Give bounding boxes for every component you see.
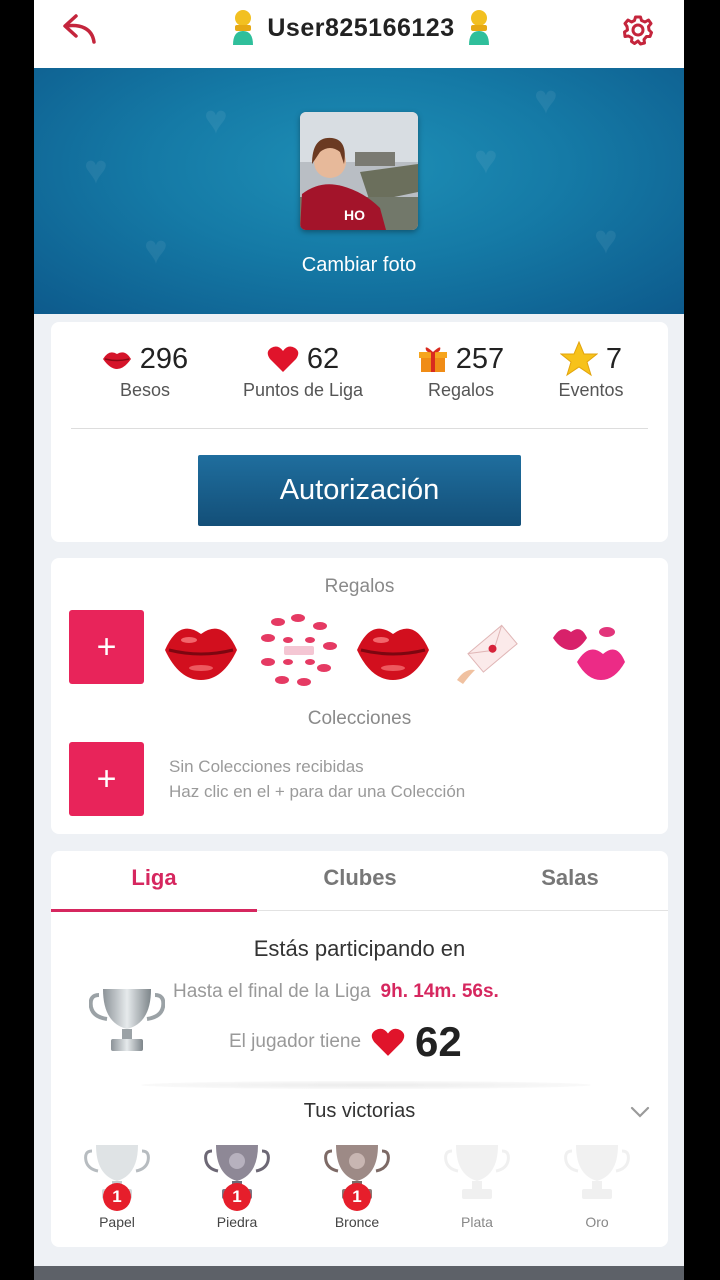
- gear-icon[interactable]: [620, 12, 656, 48]
- victory-label: Piedra: [216, 1214, 258, 1230]
- victory-label: Bronce: [334, 1214, 380, 1230]
- chevron-down-icon[interactable]: [629, 1103, 651, 1121]
- gift-icon: [418, 347, 447, 372]
- stat-gifts[interactable]: 257 Regalos: [401, 340, 521, 401]
- stat-label: Puntos de Liga: [242, 380, 364, 400]
- heart-icon: [267, 346, 299, 372]
- victory-plata: Plata: [437, 1143, 517, 1230]
- svg-text:HO: HO: [344, 207, 365, 223]
- victories-title[interactable]: Tus victorias: [51, 1100, 668, 1123]
- victory-label: Oro: [585, 1214, 609, 1230]
- victory-count-badge: 1: [223, 1183, 251, 1211]
- pawn-icon: [468, 10, 489, 45]
- stat-label: Regalos: [427, 380, 495, 400]
- stat-events[interactable]: 7 Eventos: [541, 340, 641, 401]
- heart-icon: [371, 1028, 405, 1056]
- stat-league-points[interactable]: 62 Puntos de Liga: [231, 340, 375, 401]
- gifts-title: Regalos: [324, 576, 395, 597]
- back-arrow-icon[interactable]: [60, 10, 100, 46]
- collections-title: Colecciones: [307, 708, 412, 729]
- league-card: Liga Clubes Salas Estás participando en …: [51, 851, 668, 1247]
- heart-pattern-icon: ♥: [204, 98, 228, 142]
- victory-count-badge: 1: [343, 1183, 371, 1211]
- tab-salas[interactable]: Salas: [467, 865, 673, 891]
- collections-empty-line2: Haz clic en el + para dar una Colección: [169, 782, 466, 801]
- participating-text: Estás participando en: [253, 936, 466, 961]
- lips-icon: [102, 352, 131, 369]
- divider-shadow: [141, 1081, 591, 1089]
- stat-kisses[interactable]: 296 Besos: [85, 340, 205, 401]
- pawn-icon: [233, 10, 254, 45]
- victory-piedra: 1 Piedra: [197, 1143, 277, 1230]
- top-bar: User825166123: [34, 0, 684, 68]
- victory-papel: 1 Papel: [77, 1143, 157, 1230]
- tab-indicator: [51, 909, 257, 912]
- lips-kiss-icon[interactable]: [353, 610, 433, 690]
- tab-liga[interactable]: Liga: [51, 865, 257, 891]
- victory-bronce: 1 Bronce: [317, 1143, 397, 1230]
- heart-pattern-icon: ♥: [474, 138, 498, 182]
- username: User825166123: [267, 13, 455, 42]
- lips-kiss-icon[interactable]: [161, 610, 241, 690]
- stat-value: 296: [139, 342, 189, 375]
- victory-label: Plata: [461, 1214, 493, 1230]
- player-points-row: El jugador tiene 62: [229, 1018, 462, 1065]
- profile-hero: ♥ ♥ ♥ ♥ ♥ ♥ HO Cambiar foto: [34, 68, 684, 314]
- league-timer: 9h. 14m. 56s.: [380, 981, 499, 1002]
- divider: [71, 428, 648, 429]
- add-gift-button[interactable]: +: [69, 610, 144, 684]
- change-photo-link[interactable]: Cambiar foto: [34, 254, 684, 277]
- victory-oro: Oro: [557, 1143, 637, 1230]
- silver-trophy-icon: [89, 989, 165, 1051]
- app-screen: User825166123 ♥ ♥ ♥ ♥ ♥ ♥ HO Cambiar fot…: [34, 0, 684, 1280]
- league-end-row: Hasta el final de la Liga 9h. 14m. 56s.: [173, 981, 499, 1003]
- player-has-label: El jugador tiene: [229, 1031, 362, 1052]
- stat-value: 62: [306, 342, 340, 375]
- stat-value: 257: [455, 342, 505, 375]
- silver-trophy-icon: [444, 1145, 510, 1199]
- authorization-button[interactable]: Autorización: [198, 455, 521, 526]
- bottom-bar: [34, 1266, 684, 1280]
- stat-label: Besos: [119, 380, 171, 400]
- heart-pattern-icon: ♥: [534, 78, 558, 122]
- stats-card: 296 Besos 62 Puntos de Liga 257 Regalos …: [51, 322, 668, 542]
- gifts-card: Regalos + Colecciones + Sin Colecciones …: [51, 558, 668, 834]
- collections-empty-line1: Sin Colecciones recibidas: [169, 757, 364, 776]
- love-letter-icon[interactable]: [451, 610, 531, 690]
- until-end-label: Hasta el final de la Liga: [173, 981, 371, 1002]
- heart-pattern-icon: ♥: [84, 148, 108, 192]
- gold-trophy-icon: [564, 1145, 630, 1199]
- collections-empty-text: Sin Colecciones recibidas Haz clic en el…: [169, 754, 465, 804]
- stat-label: Eventos: [558, 380, 624, 400]
- tab-clubes[interactable]: Clubes: [257, 865, 463, 891]
- add-collection-button[interactable]: +: [69, 742, 144, 816]
- victory-label: Papel: [99, 1214, 135, 1230]
- pink-kisses-icon[interactable]: [547, 610, 627, 690]
- stat-value: 7: [605, 342, 623, 375]
- user-title: User825166123: [214, 6, 508, 50]
- league-tabs: Liga Clubes Salas: [51, 851, 668, 912]
- profile-photo[interactable]: HO: [300, 112, 418, 230]
- star-icon: [559, 341, 598, 377]
- victory-count-badge: 1: [103, 1183, 131, 1211]
- league-points-value: 62: [415, 1018, 462, 1065]
- kisses-wreath-icon[interactable]: [258, 610, 338, 690]
